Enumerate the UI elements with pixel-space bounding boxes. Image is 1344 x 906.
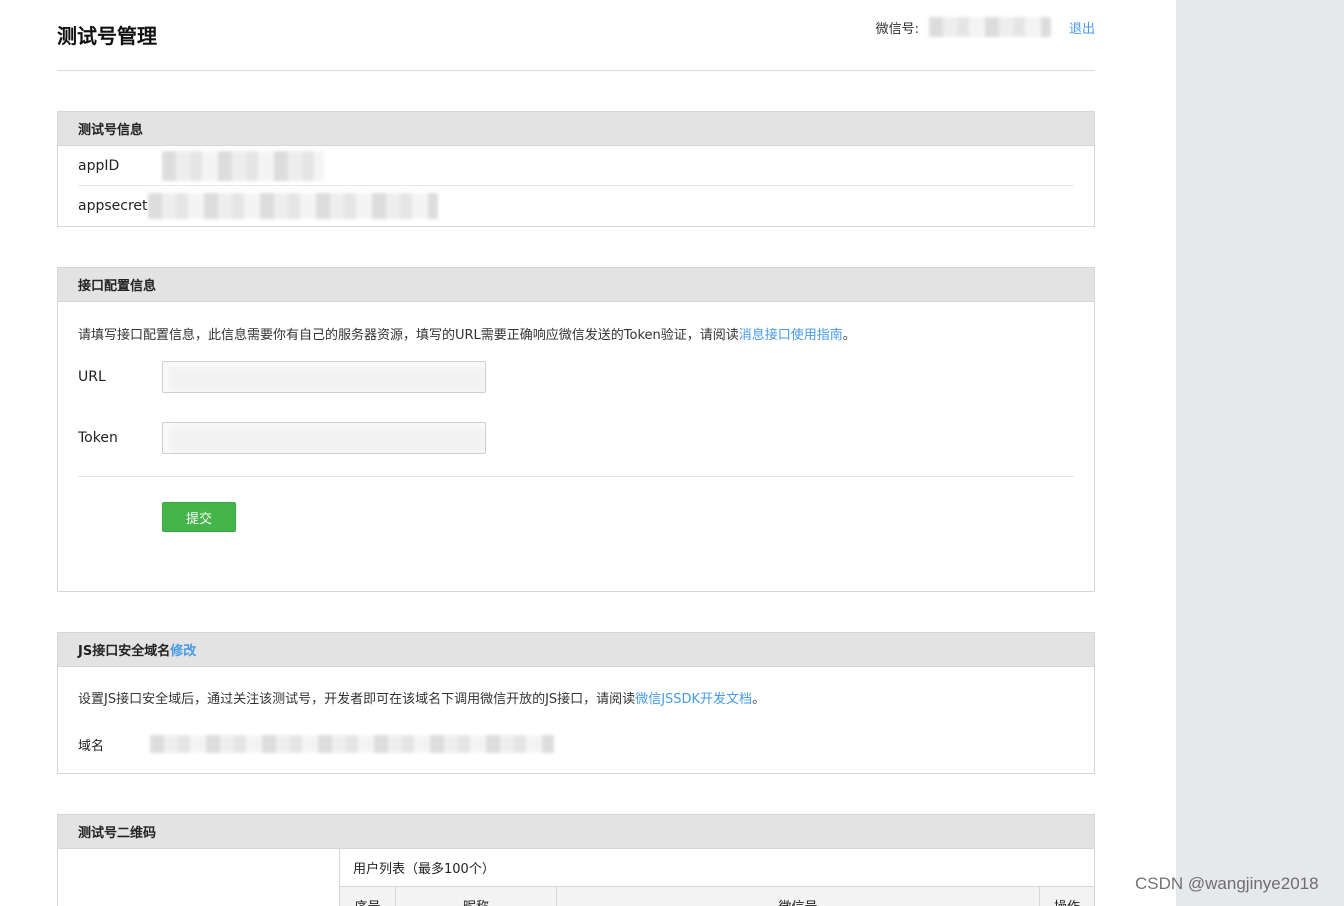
- main-content: 测试号管理 微信号: 退出 测试号信息 appID appsecret 接口配置…: [57, 0, 1095, 906]
- url-input[interactable]: [162, 361, 486, 393]
- account-label: 微信号:: [875, 21, 919, 37]
- right-gutter: [1176, 0, 1344, 906]
- domain-label: 域名: [78, 738, 105, 754]
- page-title: 测试号管理: [57, 24, 157, 48]
- user-table-header: 序号 昵称 微信号 操作: [340, 887, 1094, 906]
- qr-code-panel: 测试号二维码 用户列表（最多100个） 序号 昵称 微信号 操作: [57, 814, 1095, 906]
- description-text: 请填写接口配置信息，此信息需要你有自己的服务器资源，填写的URL需要正确响应微信…: [78, 328, 739, 343]
- logout-link[interactable]: 退出: [1069, 18, 1095, 37]
- appid-label: appID: [78, 157, 120, 174]
- url-row: URL: [78, 361, 1074, 393]
- panel-title: 接口配置信息: [58, 268, 1094, 302]
- panel-title: 测试号二维码: [58, 815, 1094, 849]
- account-id-redacted: [928, 17, 1051, 37]
- column-header-wechat-id: 微信号: [557, 887, 1040, 906]
- token-label: Token: [78, 430, 118, 446]
- appsecret-value-redacted: [148, 193, 438, 219]
- watermark: CSDN @wangjinye2018: [1135, 874, 1319, 893]
- description-period: 。: [752, 692, 766, 707]
- appsecret-row: appsecret: [78, 186, 1074, 226]
- appid-row: appID: [78, 146, 1074, 186]
- user-list: 用户列表（最多100个） 序号 昵称 微信号 操作: [340, 849, 1094, 906]
- domain-value-redacted: [150, 735, 554, 753]
- column-header-index: 序号: [340, 887, 396, 906]
- user-list-title: 用户列表（最多100个）: [340, 849, 1094, 887]
- column-header-action: 操作: [1040, 887, 1094, 906]
- domain-row: 域名: [78, 734, 1074, 754]
- token-input[interactable]: [162, 422, 486, 454]
- test-account-info-panel: 测试号信息 appID appsecret: [57, 111, 1095, 227]
- interface-config-panel: 接口配置信息 请填写接口配置信息，此信息需要你有自己的服务器资源，填写的URL需…: [57, 267, 1095, 592]
- message-guide-link[interactable]: 消息接口使用指南: [739, 328, 843, 343]
- form-divider: [78, 476, 1074, 477]
- description-period: 。: [842, 328, 856, 343]
- submit-button[interactable]: 提交: [162, 502, 236, 532]
- column-header-nickname: 昵称: [396, 887, 557, 906]
- appid-value-redacted: [162, 150, 324, 181]
- js-domain-title: JS接口安全域名: [78, 644, 171, 659]
- jssdk-doc-link[interactable]: 微信JSSDK开发文档: [635, 692, 752, 707]
- description-text: 设置JS接口安全域后，通过关注该测试号，开发者即可在该域名下调用微信开放的JS接…: [78, 692, 636, 707]
- page-header: 测试号管理 微信号: 退出: [57, 0, 1095, 71]
- url-label: URL: [78, 369, 106, 385]
- appsecret-label: appsecret: [78, 198, 148, 214]
- panel-title: 测试号信息: [58, 112, 1094, 146]
- panel-title: JS接口安全域名 修改: [58, 633, 1094, 667]
- interface-config-description: 请填写接口配置信息，此信息需要你有自己的服务器资源，填写的URL需要正确响应微信…: [78, 302, 1074, 343]
- js-domain-panel: JS接口安全域名 修改 设置JS接口安全域后，通过关注该测试号，开发者即可在该域名…: [57, 632, 1095, 774]
- edit-domain-link[interactable]: 修改: [170, 640, 196, 659]
- token-row: Token: [78, 422, 1074, 454]
- qr-code-area: [58, 849, 340, 906]
- js-domain-description: 设置JS接口安全域后，通过关注该测试号，开发者即可在该域名下调用微信开放的JS接…: [78, 667, 1074, 707]
- account-area: 微信号: 退出: [876, 17, 1095, 37]
